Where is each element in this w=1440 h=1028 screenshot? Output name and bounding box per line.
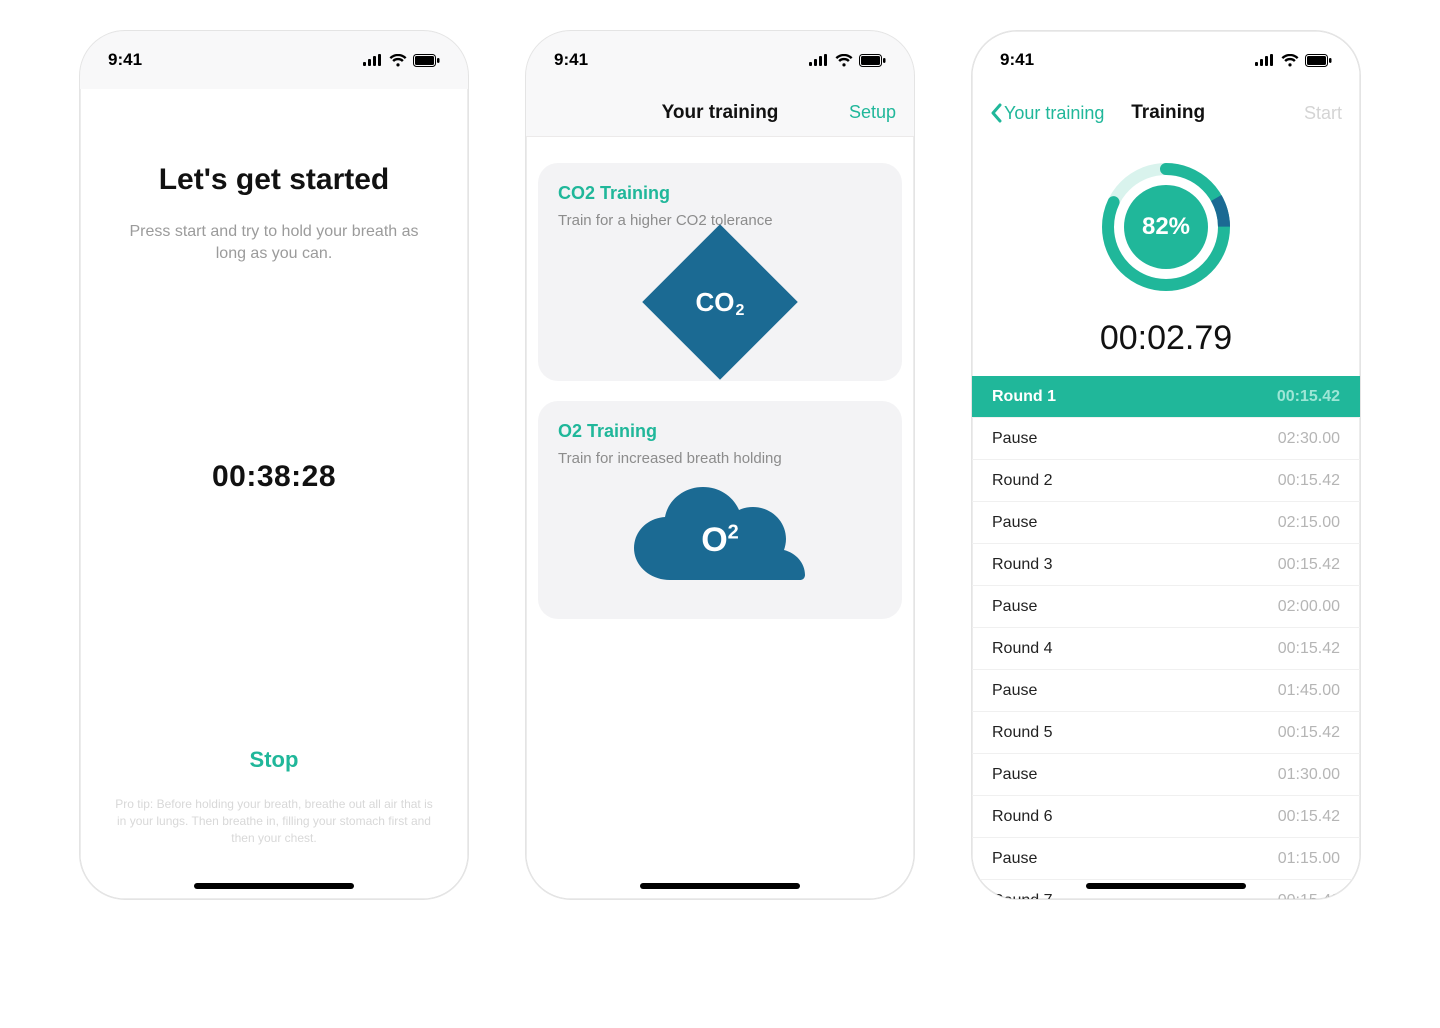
cellular-icon: [809, 54, 829, 66]
round-label: Pause: [992, 682, 1037, 700]
round-time: 00:15.42: [1278, 640, 1340, 658]
card-co2-training[interactable]: CO2 Training Train for a higher CO2 tole…: [538, 163, 902, 381]
round-row[interactable]: Round 3 00:15.42: [972, 544, 1360, 586]
home-indicator[interactable]: [1086, 883, 1246, 889]
back-label: Your training: [1004, 103, 1104, 124]
round-label: Round 3: [992, 556, 1053, 574]
round-time: 02:00.00: [1278, 598, 1340, 616]
stop-button[interactable]: Stop: [80, 747, 468, 773]
round-timer: 00:02.79: [1100, 319, 1232, 358]
round-time: 01:30.00: [1278, 766, 1340, 784]
nav-title: Your training: [654, 102, 786, 124]
round-label: Round 5: [992, 724, 1053, 742]
screen-training-active: 9:41 Your training Training Start: [971, 30, 1361, 900]
card-title: O2 Training: [558, 421, 882, 442]
chevron-left-icon: [990, 103, 1002, 123]
wifi-icon: [835, 54, 853, 67]
wifi-icon: [389, 54, 407, 67]
round-time: 00:15.42: [1278, 472, 1340, 490]
nav-bar: Your training Training Start: [972, 89, 1360, 137]
round-label: Pause: [992, 598, 1037, 616]
round-label: Round 2: [992, 472, 1053, 490]
round-row[interactable]: Pause 01:15.00: [972, 838, 1360, 880]
battery-icon: [413, 54, 440, 67]
home-indicator[interactable]: [194, 883, 354, 889]
pro-tip-text: Pro tip: Before holding your breath, bre…: [110, 796, 438, 847]
cellular-icon: [1255, 54, 1275, 66]
round-time: 00:15.42: [1278, 808, 1340, 826]
battery-icon: [859, 54, 886, 67]
round-time: 00:15.42: [1278, 556, 1340, 574]
o2-cloud-icon: O2: [625, 485, 815, 595]
card-title: CO2 Training: [558, 183, 882, 204]
status-time: 9:41: [554, 50, 588, 70]
status-time: 9:41: [108, 50, 142, 70]
round-label: Round 7: [992, 892, 1053, 900]
status-bar: 9:41: [526, 31, 914, 89]
round-time: 00:15.42: [1278, 724, 1340, 742]
rounds-list: Round 1 00:15.42 Pause 02:30.00 Round 2 00:15…: [972, 376, 1360, 899]
nav-title: Training: [1104, 102, 1232, 124]
round-row[interactable]: Pause 02:00.00: [972, 586, 1360, 628]
co2-diamond-icon: CO2: [665, 247, 775, 357]
status-indicators: [363, 54, 440, 67]
round-row[interactable]: Pause 01:30.00: [972, 754, 1360, 796]
round-row[interactable]: Pause 02:15.00: [972, 502, 1360, 544]
battery-icon: [1305, 54, 1332, 67]
cellular-icon: [363, 54, 383, 66]
round-row[interactable]: Pause 01:45.00: [972, 670, 1360, 712]
wifi-icon: [1281, 54, 1299, 67]
round-row[interactable]: Round 6 00:15.42: [972, 796, 1360, 838]
round-row[interactable]: Round 2 00:15.42: [972, 460, 1360, 502]
status-bar: 9:41: [80, 31, 468, 89]
round-label: Round 4: [992, 640, 1053, 658]
screen-your-training: 9:41 Your training Setup CO2 Training Tr…: [525, 30, 915, 900]
round-time: 01:45.00: [1278, 682, 1340, 700]
screen-get-started: 9:41 Let's get started Press start and t…: [79, 30, 469, 900]
round-label: Pause: [992, 514, 1037, 532]
home-indicator[interactable]: [640, 883, 800, 889]
status-indicators: [809, 54, 886, 67]
round-row[interactable]: Round 4 00:15.42: [972, 628, 1360, 670]
status-indicators: [1255, 54, 1332, 67]
progress-ring: 82%: [1102, 163, 1230, 291]
nav-bar: Your training Setup: [526, 89, 914, 137]
round-time: 00:15.42: [1277, 388, 1340, 406]
setup-button[interactable]: Setup: [849, 102, 896, 123]
card-o2-training[interactable]: O2 Training Train for increased breath h…: [538, 401, 902, 619]
round-label: Round 1: [992, 388, 1056, 406]
page-title: Let's get started: [80, 163, 468, 197]
start-button[interactable]: Start: [1304, 103, 1342, 124]
round-time: 02:15.00: [1278, 514, 1340, 532]
page-subtitle: Press start and try to hold your breath …: [118, 221, 430, 265]
round-time: 01:15.00: [1278, 850, 1340, 868]
round-time: 02:30.00: [1278, 430, 1340, 448]
round-row[interactable]: Round 1 00:15.42: [972, 376, 1360, 418]
round-row[interactable]: Pause 02:30.00: [972, 418, 1360, 460]
back-button[interactable]: Your training: [990, 103, 1104, 124]
status-bar: 9:41: [972, 31, 1360, 89]
round-label: Pause: [992, 766, 1037, 784]
round-label: Round 6: [992, 808, 1053, 826]
round-row[interactable]: Round 5 00:15.42: [972, 712, 1360, 754]
card-subtitle: Train for increased breath holding: [558, 450, 882, 467]
status-time: 9:41: [1000, 50, 1034, 70]
round-time: 00:15.42: [1278, 892, 1340, 900]
breath-timer: 00:38:28: [80, 460, 468, 494]
round-label: Pause: [992, 850, 1037, 868]
round-label: Pause: [992, 430, 1037, 448]
progress-percent: 82%: [1102, 163, 1230, 291]
